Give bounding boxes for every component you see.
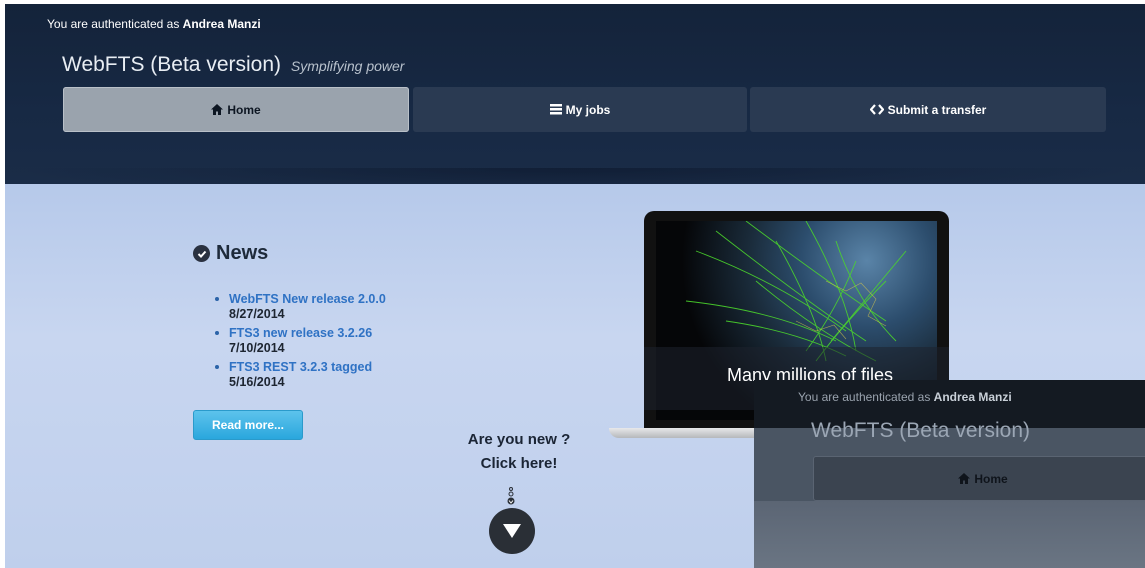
overlay-nav-home: Home bbox=[813, 456, 1145, 501]
news-item: FTS3 REST 3.2.3 tagged 5/16/2014 bbox=[213, 360, 386, 390]
new-user-prompt[interactable]: Are you new ? Click here! bbox=[440, 428, 598, 476]
news-link[interactable]: WebFTS New release 2.0.0 bbox=[229, 292, 386, 307]
auth-user[interactable]: Andrea Manzi bbox=[183, 17, 261, 31]
scroll-dots-icon bbox=[507, 487, 515, 505]
home-icon bbox=[958, 473, 971, 484]
news-date: 7/10/2014 bbox=[229, 341, 285, 355]
overlay-auth-status: You are authenticated as Andrea Manzi bbox=[798, 390, 1012, 404]
nav-home[interactable]: Home bbox=[63, 87, 409, 132]
new-user-cta[interactable]: Click here! bbox=[440, 452, 598, 476]
nav-my-jobs[interactable]: My jobs bbox=[413, 87, 747, 132]
nav-submit-transfer[interactable]: Submit a transfer bbox=[750, 87, 1106, 132]
auth-prefix: You are authenticated as bbox=[47, 17, 180, 31]
overlay-auth-user: Andrea Manzi bbox=[933, 390, 1012, 404]
overlay-auth-prefix: You are authenticated as bbox=[798, 390, 931, 404]
overlay-screenshot: You are authenticated as Andrea Manzi We… bbox=[754, 380, 1145, 568]
check-circle-icon bbox=[193, 245, 210, 262]
brand-title[interactable]: WebFTS (Beta version) bbox=[62, 53, 281, 76]
news-date: 5/16/2014 bbox=[229, 375, 285, 389]
new-user-question: Are you new ? bbox=[467, 431, 571, 448]
news-heading: News bbox=[193, 242, 268, 265]
home-icon bbox=[211, 104, 224, 115]
list-icon bbox=[549, 104, 562, 115]
brand[interactable]: WebFTS (Beta version) Symplifying power bbox=[62, 53, 404, 77]
arrow-down-icon bbox=[503, 524, 521, 538]
read-more-button[interactable]: Read more... bbox=[193, 410, 303, 440]
nav-my-jobs-label: My jobs bbox=[565, 102, 611, 117]
scroll-down-button[interactable] bbox=[489, 508, 535, 554]
code-arrows-icon bbox=[869, 104, 884, 115]
nav-submit-label: Submit a transfer bbox=[887, 102, 987, 117]
news-link[interactable]: FTS3 REST 3.2.3 tagged bbox=[229, 360, 386, 375]
brand-tagline: Symplifying power bbox=[290, 58, 405, 74]
news-item: FTS3 new release 3.2.26 7/10/2014 bbox=[213, 326, 386, 356]
news-item: WebFTS New release 2.0.0 8/27/2014 bbox=[213, 292, 386, 322]
news-date: 8/27/2014 bbox=[229, 307, 285, 321]
overlay-content bbox=[754, 501, 1145, 568]
page: You are authenticated as Andrea Manzi We… bbox=[0, 0, 1145, 568]
overlay-nav-home-label: Home bbox=[974, 471, 1008, 486]
news-list: WebFTS New release 2.0.0 8/27/2014 FTS3 … bbox=[213, 292, 386, 394]
auth-status: You are authenticated as Andrea Manzi bbox=[47, 17, 261, 31]
overlay-brand: WebFTS (Beta version) bbox=[811, 419, 1031, 442]
news-link[interactable]: FTS3 new release 3.2.26 bbox=[229, 326, 386, 341]
nav-home-label: Home bbox=[227, 102, 261, 117]
news-title: News bbox=[216, 242, 269, 264]
